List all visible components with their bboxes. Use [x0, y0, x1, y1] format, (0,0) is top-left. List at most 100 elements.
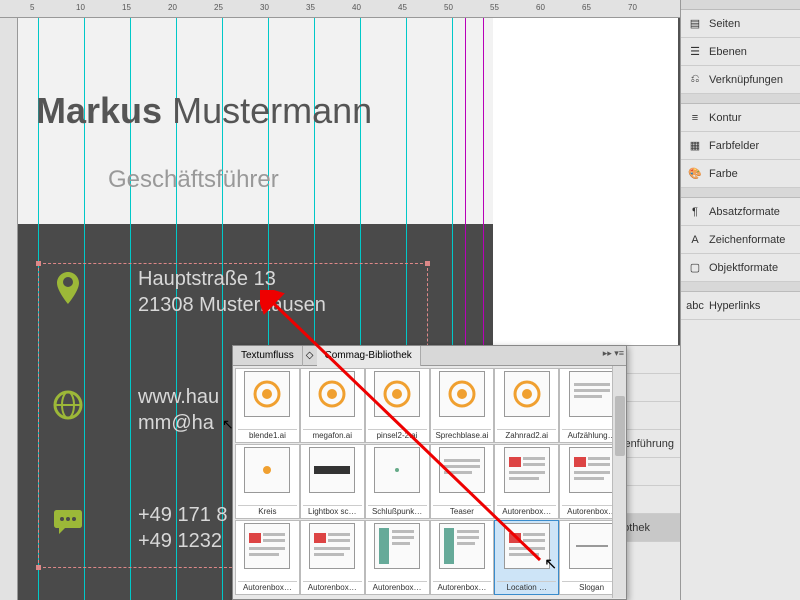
library-thumb: [374, 371, 420, 417]
panel-item-label: Ebenen: [709, 46, 747, 58]
library-item-label: Schlußpunk…: [368, 505, 427, 516]
title-text[interactable]: Geschäftsführer: [108, 166, 279, 194]
address-line1[interactable]: Hauptstraße 13: [138, 268, 276, 291]
library-item[interactable]: Zahnrad2.ai: [494, 368, 559, 443]
library-item[interactable]: blende1.ai: [235, 368, 300, 443]
library-item[interactable]: Autorenbox…: [235, 520, 300, 595]
globe-icon: [53, 390, 83, 420]
library-item-label: Autorenbox…: [368, 581, 427, 592]
library-item[interactable]: Schlußpunk…: [365, 444, 430, 519]
library-thumb: [309, 523, 355, 569]
panel-item-label: Zeichenformate: [709, 234, 785, 246]
library-thumb: [244, 447, 290, 493]
library-item-label: megafon.ai: [303, 429, 362, 440]
library-item-label: Kreis: [238, 505, 297, 516]
library-thumb: [504, 447, 550, 493]
library-thumb: [374, 447, 420, 493]
library-item[interactable]: Sprechblase.ai: [430, 368, 495, 443]
library-thumb: [504, 371, 550, 417]
library-item[interactable]: pinsel2-2.ai: [365, 368, 430, 443]
library-item[interactable]: Autorenbox…: [430, 520, 495, 595]
tab-textumfluss[interactable]: Textumfluss: [233, 346, 303, 366]
library-item-label: Teaser: [433, 505, 492, 516]
address-line2[interactable]: 21308 Musterhausen: [138, 294, 326, 317]
library-item[interactable]: megafon.ai: [300, 368, 365, 443]
ruler-horizontal: 5 10 15 20 25 30 35 40 45 50 55 60 65 70: [0, 0, 680, 18]
phone2-text[interactable]: +49 1232: [138, 530, 222, 553]
panel-item-kontur[interactable]: ≡ Kontur: [681, 104, 800, 132]
links-icon: ⎌: [687, 72, 703, 88]
library-item-label: Zahnrad2.ai: [497, 429, 556, 440]
panel-item-objektformate[interactable]: ▢ Objektformate: [681, 254, 800, 282]
panel-item-label: Farbe: [709, 168, 738, 180]
selection-handle[interactable]: [36, 565, 41, 570]
web-text[interactable]: www.hau: [138, 386, 219, 409]
panel-item-label: Objektformate: [709, 262, 778, 274]
library-thumb: [569, 523, 615, 569]
panel-item-hyperlinks[interactable]: abc Hyperlinks: [681, 292, 800, 320]
library-thumb: [309, 447, 355, 493]
library-item-label: Autorenbox…: [497, 505, 556, 516]
library-item[interactable]: Teaser: [430, 444, 495, 519]
panel-item-label: Hyperlinks: [709, 300, 760, 312]
library-panel[interactable]: Textumfluss ◇ Commag-Bibliothek ▸▸ ▾≡ bl…: [232, 345, 627, 600]
library-grid: blende1.ai megafon.ai pinsel2-2.ai Sprechbl…: [233, 366, 626, 598]
library-item[interactable]: Autorenbox…: [365, 520, 430, 595]
scrollbar-vertical[interactable]: [612, 366, 626, 598]
library-item[interactable]: Autorenbox…: [494, 444, 559, 519]
library-thumb: [569, 371, 615, 417]
para-icon: ¶: [687, 204, 703, 220]
panel-item-zeichenformate[interactable]: A Zeichenformate: [681, 226, 800, 254]
library-item[interactable]: Lightbox sc…: [300, 444, 365, 519]
pin-icon: [53, 270, 83, 306]
panel-item-farbfelder[interactable]: ▦ Farbfelder: [681, 132, 800, 160]
library-thumb: [374, 523, 420, 569]
stroke-icon: ≡: [687, 110, 703, 126]
library-item-label: Autorenbox…: [303, 581, 362, 592]
char-icon: A: [687, 232, 703, 248]
library-item-label: Autorenbox…: [238, 581, 297, 592]
library-item[interactable]: Kreis: [235, 444, 300, 519]
pages-icon: ▤: [687, 16, 703, 32]
library-thumb: [244, 523, 290, 569]
selection-handle[interactable]: [425, 261, 430, 266]
layers-icon: ☰: [687, 44, 703, 60]
obj-icon: ▢: [687, 260, 703, 276]
panel-item-label: Verknüpfungen: [709, 74, 783, 86]
tab-divider-icon: ◇: [303, 350, 317, 361]
email-text[interactable]: mm@ha: [138, 412, 214, 435]
phone1-text[interactable]: +49 171 8: [138, 504, 228, 527]
scrollbar-thumb[interactable]: [615, 396, 625, 456]
swatches-icon: ▦: [687, 138, 703, 154]
panel-tabs: Textumfluss ◇ Commag-Bibliothek ▸▸ ▾≡: [233, 346, 626, 366]
name-text[interactable]: Markus Mustermann: [36, 90, 372, 132]
tab-commag-bibliothek[interactable]: Commag-Bibliothek: [317, 346, 421, 366]
library-thumb: [439, 371, 485, 417]
panel-item-label: Absatzformate: [709, 206, 780, 218]
hyper-icon: abc: [687, 298, 703, 314]
library-item-label: Autorenbox…: [433, 581, 492, 592]
library-thumb: [569, 447, 615, 493]
library-item[interactable]: Autorenbox…: [300, 520, 365, 595]
right-panel-dock: ▤ Seiten ☰ Ebenen ⎌ Verknüpfungen ≡ Kontur ▦ Far…: [680, 0, 800, 600]
panel-item-label: Seiten: [709, 18, 740, 30]
library-item-label: blende1.ai: [238, 429, 297, 440]
library-thumb: [244, 371, 290, 417]
panel-menu-icon[interactable]: ▸▸ ▾≡: [603, 348, 624, 359]
panel-item-verknpfungen[interactable]: ⎌ Verknüpfungen: [681, 66, 800, 94]
panel-item-absatzformate[interactable]: ¶ Absatzformate: [681, 198, 800, 226]
selection-handle[interactable]: [36, 261, 41, 266]
library-item-label: Lightbox sc…: [303, 505, 362, 516]
library-item-label: pinsel2-2.ai: [368, 429, 427, 440]
panel-item-label: Kontur: [709, 112, 741, 124]
panel-item-label: Farbfelder: [709, 140, 759, 152]
library-item-label: Sprechblase.ai: [433, 429, 492, 440]
library-thumb: [504, 523, 550, 569]
ruler-vertical: [0, 18, 18, 600]
library-thumb: [309, 371, 355, 417]
panel-item-seiten[interactable]: ▤ Seiten: [681, 10, 800, 38]
panel-item-ebenen[interactable]: ☰ Ebenen: [681, 38, 800, 66]
panel-item-farbe[interactable]: 🎨Farbe: [681, 160, 800, 188]
chat-icon: [53, 508, 83, 534]
library-thumb: [439, 447, 485, 493]
